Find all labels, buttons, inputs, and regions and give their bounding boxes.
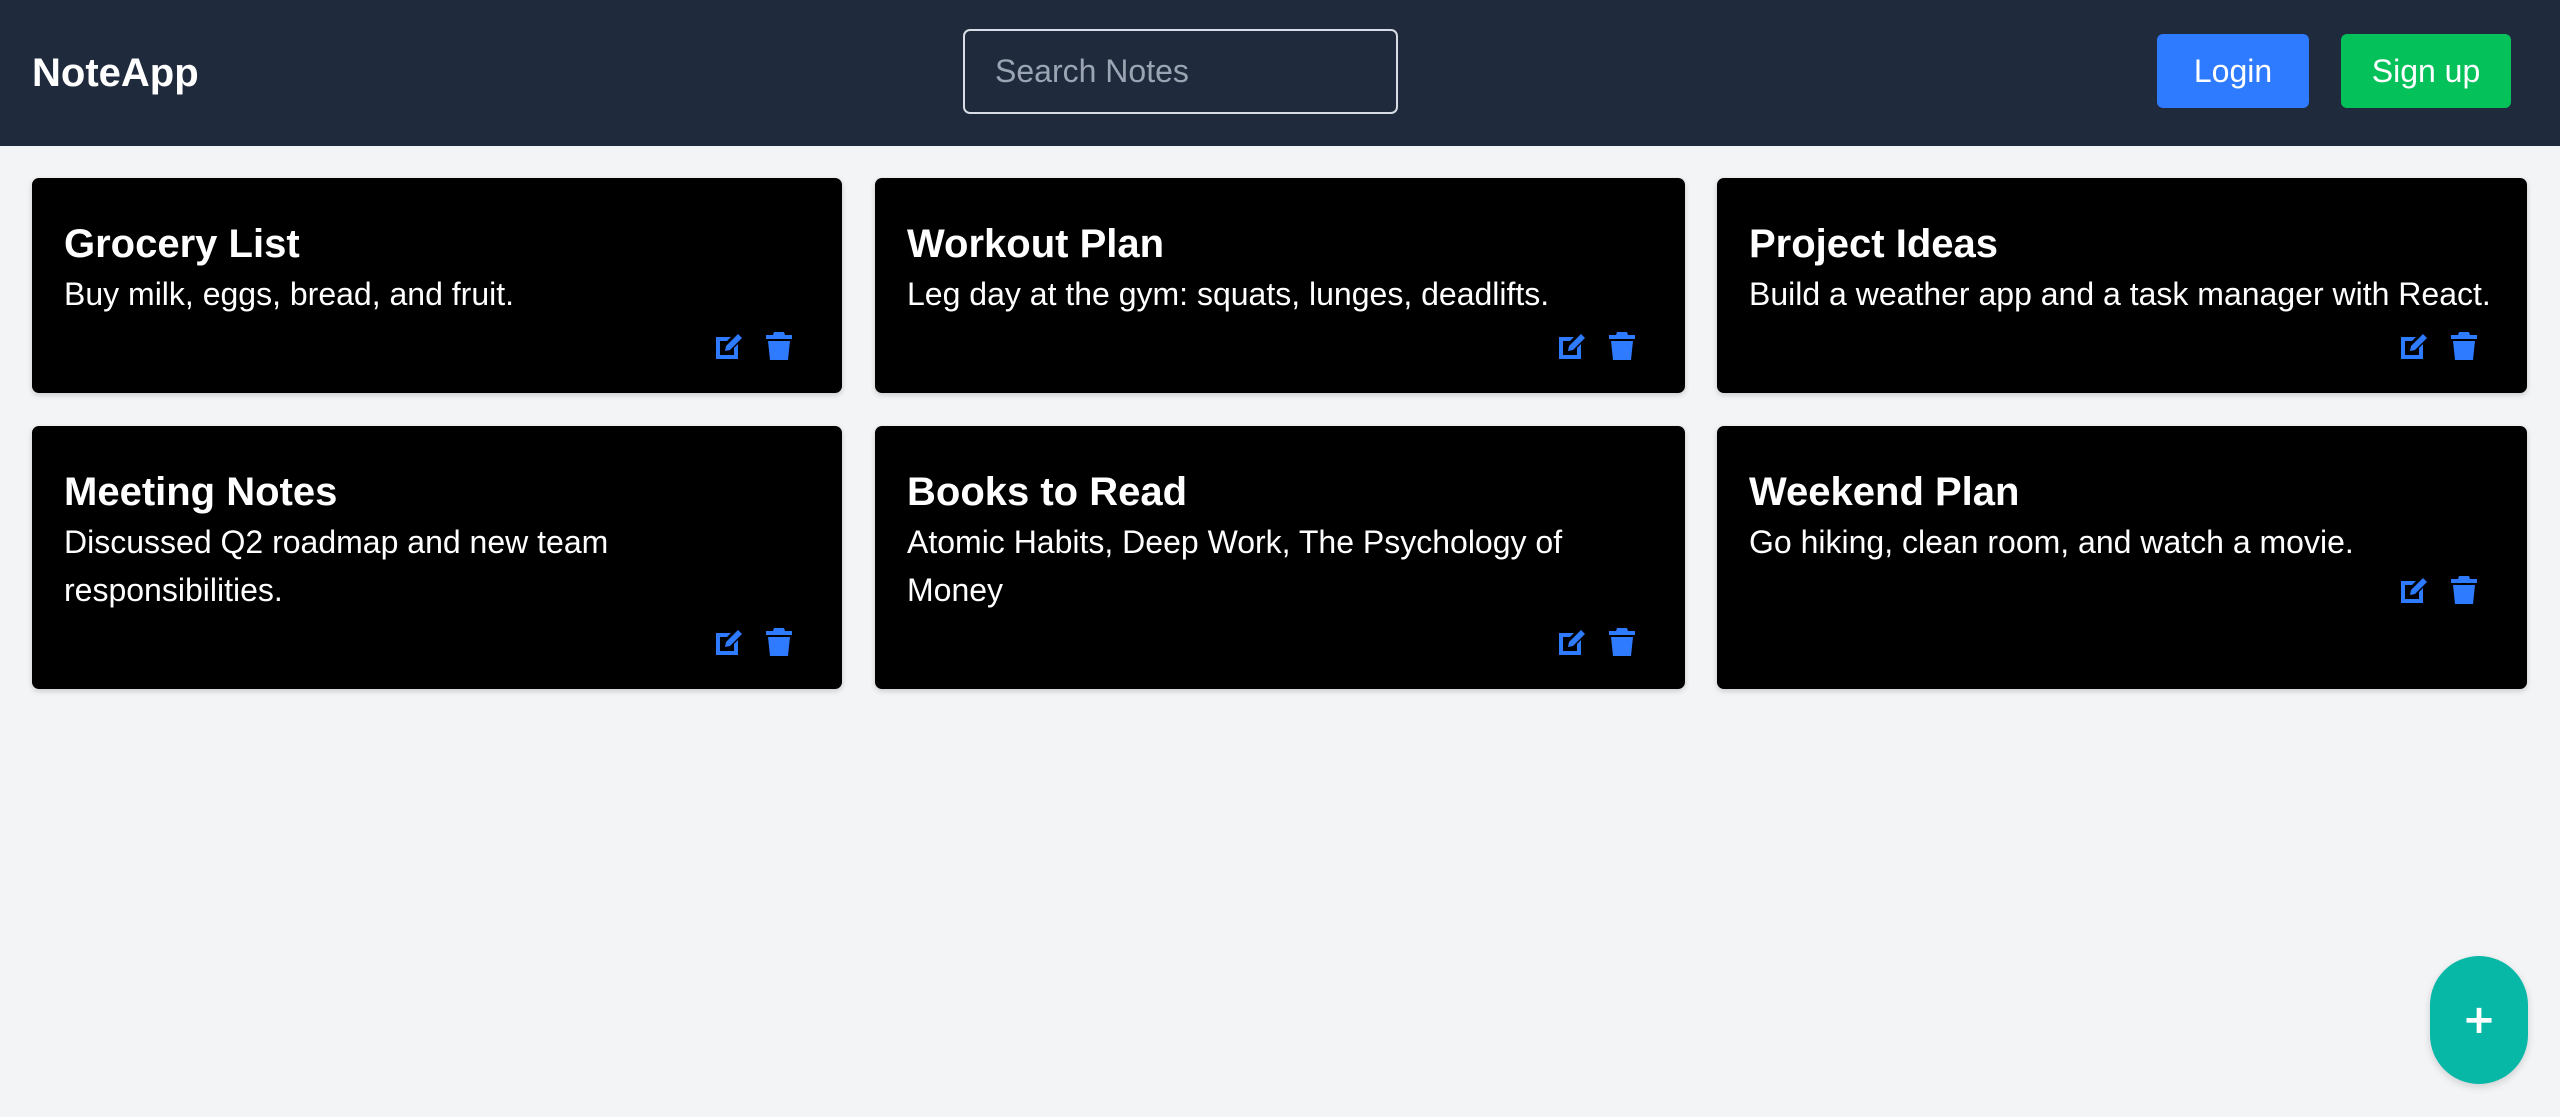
note-body: Build a weather app and a task manager w… — [1749, 276, 2491, 312]
note-card[interactable]: Meeting Notes Discussed Q2 roadmap and n… — [32, 426, 842, 689]
note-card[interactable]: Project Ideas Build a weather app and a … — [1717, 178, 2527, 393]
trash-icon[interactable] — [763, 330, 795, 362]
trash-icon[interactable] — [1606, 626, 1638, 658]
note-body: Discussed Q2 roadmap and new team respon… — [64, 524, 609, 608]
app-logo[interactable]: NoteApp — [32, 48, 199, 98]
login-button[interactable]: Login — [2157, 34, 2309, 108]
signup-button[interactable]: Sign up — [2341, 34, 2511, 108]
add-note-button[interactable]: + — [2430, 956, 2528, 1084]
note-title: Weekend Plan — [1749, 470, 2020, 514]
trash-icon[interactable] — [1606, 330, 1638, 362]
note-body: Go hiking, clean room, and watch a movie… — [1749, 524, 2354, 560]
note-title: Books to Read — [907, 470, 1188, 514]
note-title: Grocery List — [64, 222, 300, 266]
edit-icon[interactable] — [713, 626, 745, 658]
note-actions — [1556, 330, 1638, 362]
edit-icon[interactable] — [2398, 330, 2430, 362]
note-card[interactable]: Weekend Plan Go hiking, clean room, and … — [1717, 426, 2527, 689]
note-card[interactable]: Grocery List Buy milk, eggs, bread, and … — [32, 178, 842, 393]
note-actions — [2398, 574, 2480, 606]
search-input[interactable] — [963, 29, 1398, 114]
edit-icon[interactable] — [713, 330, 745, 362]
edit-icon[interactable] — [2398, 574, 2430, 606]
note-title: Meeting Notes — [64, 470, 338, 514]
trash-icon[interactable] — [2448, 574, 2480, 606]
note-body: Leg day at the gym: squats, lunges, dead… — [907, 276, 1550, 312]
note-actions — [713, 330, 795, 362]
note-body: Buy milk, eggs, bread, and fruit. — [64, 276, 514, 312]
note-title: Workout Plan — [907, 222, 1165, 266]
note-actions — [2398, 330, 2480, 362]
top-navbar: NoteApp Login Sign up — [0, 0, 2560, 146]
note-actions — [713, 626, 795, 658]
note-actions — [1556, 626, 1638, 658]
trash-icon[interactable] — [763, 626, 795, 658]
edit-icon[interactable] — [1556, 626, 1588, 658]
edit-icon[interactable] — [1556, 330, 1588, 362]
note-title: Project Ideas — [1749, 222, 1999, 266]
note-card[interactable]: Workout Plan Leg day at the gym: squats,… — [875, 178, 1685, 393]
note-body: Atomic Habits, Deep Work, The Psychology… — [907, 524, 1563, 608]
note-card[interactable]: Books to Read Atomic Habits, Deep Work, … — [875, 426, 1685, 689]
trash-icon[interactable] — [2448, 330, 2480, 362]
plus-icon: + — [2462, 997, 2496, 1043]
